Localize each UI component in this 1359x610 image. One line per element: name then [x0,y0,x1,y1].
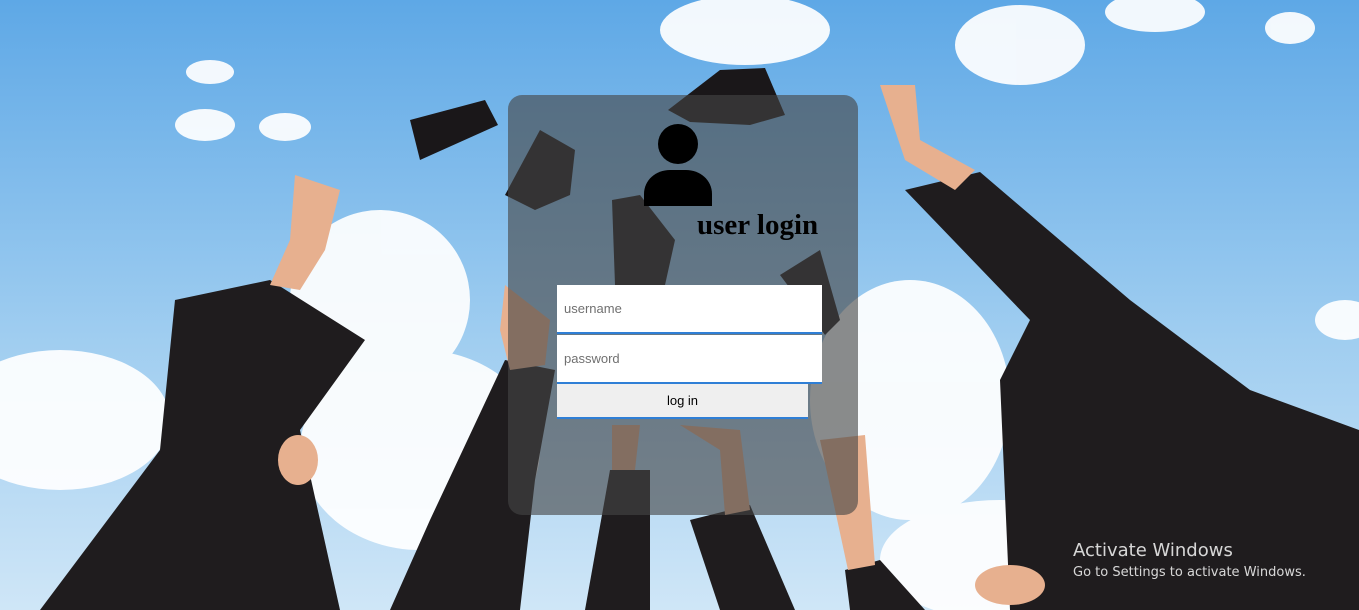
user-icon [644,124,712,206]
login-title: user login [697,209,819,241]
watermark-subtitle: Go to Settings to activate Windows. [1073,565,1306,580]
username-field[interactable] [557,285,822,334]
watermark-title: Activate Windows [1073,540,1233,561]
password-field[interactable] [557,335,822,384]
login-card: user login log in [508,95,858,515]
activate-windows-watermark: Activate Windows Go to Settings to activ… [1073,540,1306,582]
login-button[interactable]: log in [557,384,808,419]
